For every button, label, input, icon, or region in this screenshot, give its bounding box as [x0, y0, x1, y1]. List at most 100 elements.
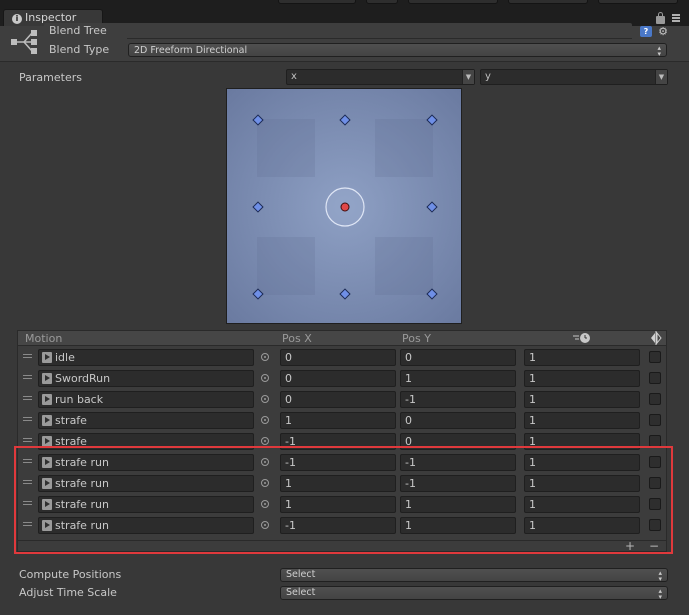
time-scale-field[interactable]: 1	[524, 433, 640, 450]
pos-x-field[interactable]: -1	[280, 433, 396, 450]
drag-handle-icon[interactable]	[23, 375, 32, 381]
toolbar-segment[interactable]	[366, 0, 398, 4]
remove-motion-button[interactable]: −	[647, 540, 661, 553]
motion-table-footer	[18, 540, 666, 552]
pos-y-field[interactable]: 1	[400, 517, 516, 534]
help-icon[interactable]: ?	[640, 26, 652, 37]
add-motion-button[interactable]: +	[623, 540, 637, 553]
pos-y-field[interactable]: 1	[400, 496, 516, 513]
pos-y-field[interactable]: 0	[400, 433, 516, 450]
toolbar-segment[interactable]	[508, 0, 588, 4]
pos-x-field[interactable]: 0	[280, 349, 396, 366]
motion-field[interactable]: strafe	[38, 433, 254, 450]
mirror-checkbox[interactable]	[649, 477, 661, 489]
object-picker-icon[interactable]	[261, 521, 269, 529]
mirror-checkbox[interactable]	[649, 393, 661, 405]
blend-tree-name-field[interactable]: Blend Tree	[44, 23, 632, 39]
pos-x-field[interactable]: -1	[280, 517, 396, 534]
object-picker-icon[interactable]	[261, 353, 269, 361]
pos-y-field[interactable]: 0	[400, 349, 516, 366]
compute-positions-value: Select	[286, 569, 316, 580]
time-scale-field[interactable]: 1	[524, 454, 640, 471]
toolbar-segment[interactable]	[598, 0, 678, 4]
drag-handle-icon[interactable]	[23, 522, 32, 528]
time-scale-field[interactable]: 1	[524, 349, 640, 366]
animation-clip-icon	[42, 352, 52, 363]
pos-x-field[interactable]: 1	[280, 496, 396, 513]
mirror-checkbox[interactable]	[649, 435, 661, 447]
drag-handle-icon[interactable]	[23, 480, 32, 486]
animation-clip-icon	[42, 457, 52, 468]
pos-x-field[interactable]: 0	[280, 391, 396, 408]
time-scale-field[interactable]: 1	[524, 517, 640, 534]
motion-field[interactable]: strafe run	[38, 454, 254, 471]
drag-handle-icon[interactable]	[23, 438, 32, 444]
motion-field[interactable]: strafe	[38, 412, 254, 429]
object-picker-icon[interactable]	[261, 479, 269, 487]
motion-field[interactable]: strafe run	[38, 475, 254, 492]
mirror-checkbox[interactable]	[649, 456, 661, 468]
time-scale-field[interactable]: 1	[524, 475, 640, 492]
object-picker-icon[interactable]	[261, 500, 269, 508]
pos-x-field[interactable]: 0	[280, 370, 396, 387]
lock-icon[interactable]	[656, 12, 665, 24]
table-row: SwordRun 0 1 1	[18, 368, 666, 389]
time-scale-field[interactable]: 1	[524, 412, 640, 429]
drag-handle-icon[interactable]	[23, 417, 32, 423]
time-scale-field[interactable]: 1	[524, 391, 640, 408]
compute-positions-dropdown[interactable]: Select ▴ ▾	[280, 568, 668, 583]
gear-icon[interactable]: ⚙	[657, 26, 669, 37]
object-picker-icon[interactable]	[261, 416, 269, 424]
motion-field[interactable]: SwordRun	[38, 370, 254, 387]
motion-name: strafe	[55, 414, 87, 427]
drag-handle-icon[interactable]	[23, 459, 32, 465]
mirror-checkbox[interactable]	[649, 372, 661, 384]
object-picker-icon[interactable]	[261, 437, 269, 445]
motion-field[interactable]: strafe run	[38, 496, 254, 513]
adjust-time-scale-dropdown[interactable]: Select ▴ ▾	[280, 586, 668, 601]
chevron-down-icon: ▼	[462, 70, 474, 84]
time-scale-field[interactable]: 1	[524, 370, 640, 387]
object-picker-icon[interactable]	[261, 458, 269, 466]
header-pos-x: Pos X	[282, 332, 312, 345]
drag-handle-icon[interactable]	[23, 396, 32, 402]
motion-field[interactable]: strafe run	[38, 517, 254, 534]
parameter-x-dropdown[interactable]: x ▼	[286, 69, 475, 85]
parameter-y-dropdown[interactable]: y ▼	[480, 69, 668, 85]
mirror-checkbox[interactable]	[649, 351, 661, 363]
mirror-checkbox[interactable]	[649, 498, 661, 510]
current-parameter-point[interactable]	[340, 202, 350, 212]
toolbar-segment[interactable]	[408, 0, 498, 4]
pos-y-field[interactable]: 0	[400, 412, 516, 429]
table-row: strafe run -1 -1 1	[18, 452, 666, 473]
mirror-checkbox[interactable]	[649, 519, 661, 531]
table-row: strafe -1 0 1	[18, 431, 666, 452]
pos-x-field[interactable]: -1	[280, 454, 396, 471]
drag-handle-icon[interactable]	[23, 354, 32, 360]
object-picker-icon[interactable]	[261, 374, 269, 382]
parameter-x-value: x	[291, 71, 297, 82]
motion-field[interactable]: idle	[38, 349, 254, 366]
pos-x-field[interactable]: 1	[280, 412, 396, 429]
animation-clip-icon	[42, 436, 52, 447]
object-picker-icon[interactable]	[261, 395, 269, 403]
mirror-checkbox[interactable]	[649, 414, 661, 426]
toolbar-segment[interactable]	[278, 0, 356, 4]
motion-name: strafe run	[55, 456, 109, 469]
tab-menu-icon[interactable]	[670, 12, 682, 24]
motion-field[interactable]: run back	[38, 391, 254, 408]
blend-type-dropdown[interactable]: 2D Freeform Directional ▴ ▾	[128, 43, 667, 58]
pos-y-field[interactable]: -1	[400, 454, 516, 471]
pos-x-field[interactable]: 1	[280, 475, 396, 492]
pos-y-field[interactable]: 1	[400, 370, 516, 387]
blend-graph-canvas[interactable]	[227, 89, 462, 324]
table-row: strafe 1 0 1	[18, 410, 666, 431]
animation-clip-icon	[42, 520, 52, 531]
time-scale-field[interactable]: 1	[524, 496, 640, 513]
table-row: run back 0 -1 1	[18, 389, 666, 410]
drag-handle-icon[interactable]	[23, 501, 32, 507]
blend-graph[interactable]	[226, 88, 462, 324]
pos-y-field[interactable]: -1	[400, 391, 516, 408]
pos-y-field[interactable]: -1	[400, 475, 516, 492]
table-row: idle 0 0 1	[18, 347, 666, 368]
